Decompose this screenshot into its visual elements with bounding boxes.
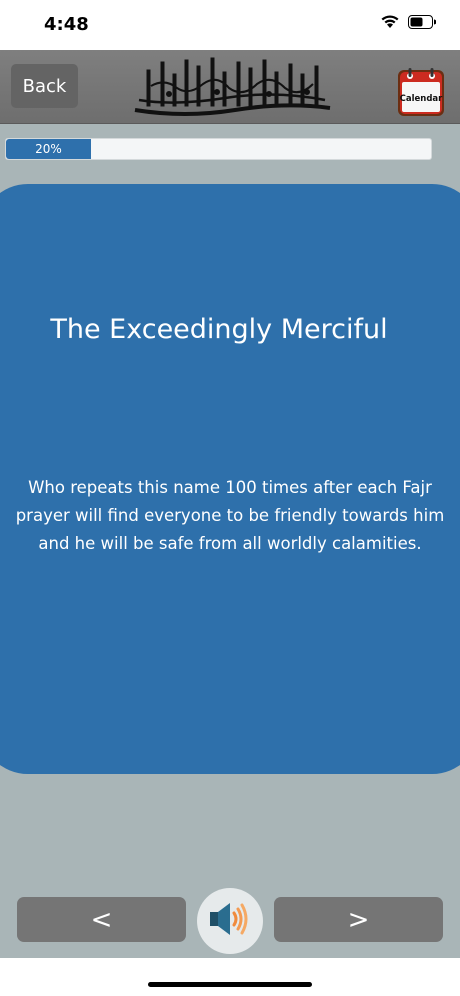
next-button[interactable]: > (274, 897, 443, 942)
play-audio-button[interactable] (197, 888, 263, 954)
name-title: The Exceedingly Merciful (50, 314, 388, 345)
status-time: 4:48 (44, 14, 89, 35)
progress-label: 20% (35, 142, 62, 156)
previous-button[interactable]: < (17, 897, 186, 942)
description-line: and he will be safe from all worldly cal… (38, 534, 422, 553)
calendar-label: Calendar (400, 94, 444, 104)
speaker-icon (208, 899, 252, 943)
back-button[interactable]: Back (11, 64, 78, 108)
nav-bar: Back Calendar (0, 50, 460, 124)
status-icons (380, 14, 437, 33)
description-line: prayer will find everyone to be friendly… (15, 506, 445, 525)
progress-bar: 20% (5, 138, 432, 160)
home-area (0, 958, 460, 996)
name-card: The Exceedingly Merciful Who repeats thi… (0, 184, 460, 774)
main-content: 20% The Exceedingly Merciful Who repeats… (0, 124, 460, 958)
wifi-icon (380, 14, 400, 33)
calligraphy-logo (125, 52, 335, 122)
name-description: Who repeats this name 100 times after ea… (0, 474, 460, 558)
status-bar: 4:48 (0, 0, 460, 50)
home-indicator[interactable] (148, 982, 312, 987)
description-line: Who repeats this name 100 times after ea… (28, 478, 432, 497)
calendar-button[interactable]: Calendar (396, 66, 446, 118)
battery-icon (408, 14, 437, 33)
